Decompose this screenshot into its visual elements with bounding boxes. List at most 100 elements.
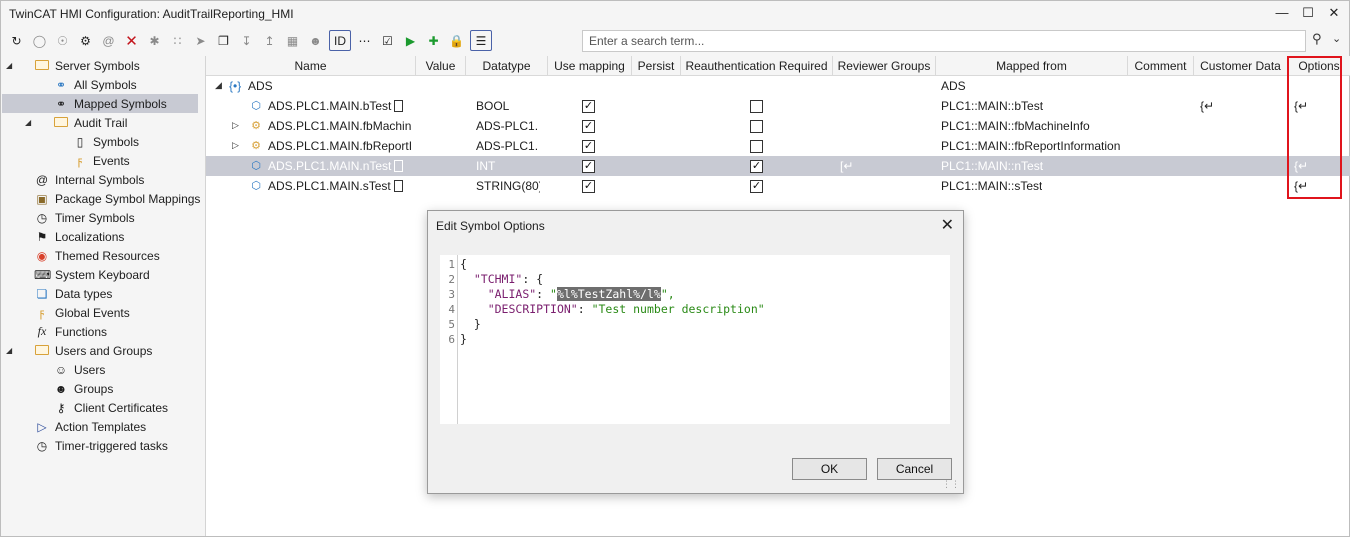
reauth-checkbox[interactable] bbox=[750, 140, 763, 153]
table-row[interactable]: ⬡ ADS.PLC1.MAIN.bTest BOOL ✓ PLC1::MAIN:… bbox=[206, 96, 1350, 116]
add-child-icon[interactable]: ✱ bbox=[143, 30, 166, 52]
search-box[interactable] bbox=[582, 30, 1306, 52]
tree-item-internal-symbols[interactable]: @ Internal Symbols bbox=[2, 170, 198, 189]
reviewer-groups-value[interactable]: [↵ bbox=[840, 156, 853, 176]
selected-alias-value[interactable]: %l%TestZahl%/l% bbox=[556, 287, 661, 301]
close-icon[interactable]: ✕ bbox=[1327, 5, 1341, 21]
resize-grip-icon[interactable]: ⋮⋮ bbox=[942, 479, 960, 490]
table-row[interactable]: ⬡ ADS.PLC1.MAIN.sTest STRING(80) ✓ ✓ PLC… bbox=[206, 176, 1350, 196]
reauth-checkbox[interactable] bbox=[750, 120, 763, 133]
lock-icon[interactable]: 🔒 bbox=[445, 30, 468, 52]
column-header-value[interactable]: Value bbox=[416, 56, 466, 76]
tree-item-server-symbols[interactable]: ◢ Server Symbols bbox=[2, 56, 198, 75]
use-mapping-checkbox[interactable]: ✓ bbox=[582, 180, 595, 193]
tree-item-symbols[interactable]: ▯ Symbols bbox=[2, 132, 198, 151]
use-mapping-checkbox[interactable]: ✓ bbox=[582, 160, 595, 173]
schema-icon[interactable]: ▦ bbox=[281, 30, 304, 52]
internal-symbol-icon[interactable]: @ bbox=[97, 30, 120, 52]
table-row[interactable]: ◢ {•} ADS ADS bbox=[206, 76, 1350, 96]
expanded-arrow-icon[interactable]: ◢ bbox=[6, 61, 16, 70]
column-header-name[interactable]: Name bbox=[206, 56, 416, 76]
tree-item-package-symbol-mappings[interactable]: ▣ Package Symbol Mappings bbox=[2, 189, 200, 208]
tree-item-label: Users bbox=[74, 362, 106, 377]
map-multiple-icon[interactable]: ⚙ bbox=[74, 30, 97, 52]
table-row[interactable]: ▷ ⚙ ADS.PLC1.MAIN.fbMachin ADS-PLC1. ✓ P… bbox=[206, 116, 1350, 136]
reauth-checkbox[interactable] bbox=[750, 100, 763, 113]
export-icon[interactable]: ↥ bbox=[258, 30, 281, 52]
import-icon[interactable]: ↧ bbox=[235, 30, 258, 52]
table-row[interactable]: ⬡ ADS.PLC1.MAIN.nTest INT ✓ ✓ [↵ PLC1::M… bbox=[206, 156, 1350, 176]
chevron-down-icon[interactable]: ⌄ bbox=[1332, 32, 1341, 45]
tree-item-timer-symbols[interactable]: ◷ Timer Symbols bbox=[2, 208, 198, 227]
column-header-reauthentication[interactable]: Reauthentication Required bbox=[681, 56, 833, 76]
expanded-arrow-icon[interactable]: ◢ bbox=[6, 346, 16, 355]
column-header-comment[interactable]: Comment bbox=[1128, 56, 1194, 76]
json-editor[interactable]: 1 2 3 4 5 6 { "TCHMI": { "ALIAS": "%l%Te… bbox=[440, 255, 950, 424]
tree-item-action-templates[interactable]: ▷ Action Templates bbox=[2, 417, 198, 436]
reauth-checkbox[interactable]: ✓ bbox=[750, 180, 763, 193]
add-nested-icon[interactable]: ∷ bbox=[166, 30, 189, 52]
close-icon[interactable]: ✕ bbox=[941, 215, 954, 235]
minimize-icon[interactable]: — bbox=[1275, 5, 1289, 21]
refresh-icon[interactable]: ↻ bbox=[5, 30, 28, 52]
tree-item-users-and-groups[interactable]: ◢ Users and Groups bbox=[2, 341, 198, 360]
tree-item-groups[interactable]: ☻ Groups bbox=[2, 379, 198, 398]
document-icon[interactable] bbox=[394, 160, 403, 172]
tree-item-all-symbols[interactable]: ⚭ All Symbols bbox=[2, 75, 198, 94]
use-mapping-checkbox[interactable]: ✓ bbox=[582, 100, 595, 113]
maximize-icon[interactable]: ☐ bbox=[1301, 5, 1315, 21]
add-plugin-icon[interactable]: ✚ bbox=[422, 30, 445, 52]
column-header-customer-data[interactable]: Customer Data bbox=[1194, 56, 1288, 76]
timer-task-icon: ◷ bbox=[36, 438, 48, 453]
document-icon[interactable] bbox=[394, 100, 403, 112]
play-icon[interactable]: ▶ bbox=[399, 30, 422, 52]
expanded-arrow-icon[interactable]: ◢ bbox=[25, 118, 35, 127]
add-symbol-icon[interactable]: ◯ bbox=[28, 30, 51, 52]
customer-data-value[interactable]: {↵ bbox=[1200, 96, 1214, 116]
symbol-mapped-from: PLC1::MAIN::sTest bbox=[941, 179, 1043, 193]
tree-item-audit-trail[interactable]: ◢ Audit Trail bbox=[2, 113, 198, 132]
tree-item-functions[interactable]: fx Functions bbox=[2, 322, 198, 341]
table-row[interactable]: ▷ ⚙ ADS.PLC1.MAIN.fbReportIr ADS-PLC1. ✓… bbox=[206, 136, 1350, 156]
use-mapping-checkbox[interactable]: ✓ bbox=[582, 120, 595, 133]
id-toggle-icon[interactable]: ID bbox=[329, 30, 351, 51]
copy-icon[interactable]: ❐ bbox=[212, 30, 235, 52]
code-text: : { bbox=[522, 272, 544, 286]
more-icon[interactable]: ⋯ bbox=[353, 30, 376, 52]
link-icon: ⚭ bbox=[55, 96, 67, 111]
tree-item-users[interactable]: ☺ Users bbox=[2, 360, 198, 379]
tree-item-localizations[interactable]: ⚑ Localizations bbox=[2, 227, 198, 246]
folder-icon bbox=[34, 58, 50, 73]
tree-item-mapped-symbols[interactable]: ⚭ Mapped Symbols bbox=[2, 94, 198, 113]
tree-item-themed-resources[interactable]: ◉ Themed Resources bbox=[2, 246, 198, 265]
tree-item-system-keyboard[interactable]: ⌨ System Keyboard bbox=[2, 265, 198, 284]
column-header-persist[interactable]: Persist bbox=[632, 56, 681, 76]
tree-item-timer-triggered-tasks[interactable]: ◷ Timer-triggered tasks bbox=[2, 436, 198, 455]
reauth-checkbox[interactable]: ✓ bbox=[750, 160, 763, 173]
collapsed-arrow-icon[interactable]: ▷ bbox=[232, 140, 239, 151]
cancel-button[interactable]: Cancel bbox=[877, 458, 952, 480]
tree-item-data-types[interactable]: ❏ Data types bbox=[2, 284, 198, 303]
column-header-datatype[interactable]: Datatype bbox=[466, 56, 548, 76]
document-icon[interactable] bbox=[394, 180, 403, 192]
forward-icon[interactable]: ➤ bbox=[189, 30, 212, 52]
search-icon[interactable]: ⚲ bbox=[1312, 31, 1322, 47]
column-header-reviewer-groups[interactable]: Reviewer Groups bbox=[833, 56, 936, 76]
ok-button[interactable]: OK bbox=[792, 458, 867, 480]
column-header-mapped-from[interactable]: Mapped from bbox=[936, 56, 1128, 76]
user-settings-icon[interactable]: ☻ bbox=[304, 30, 327, 52]
map-symbol-icon[interactable]: ☉ bbox=[51, 30, 74, 52]
tree-item-events[interactable]: ϝ Events bbox=[2, 151, 198, 170]
tree-item-client-certificates[interactable]: ⚷ Client Certificates bbox=[2, 398, 198, 417]
document-icon: ▯ bbox=[76, 134, 84, 149]
search-input[interactable] bbox=[583, 31, 1305, 51]
delete-icon[interactable]: ✕ bbox=[120, 30, 143, 52]
collapsed-arrow-icon[interactable]: ▷ bbox=[232, 120, 239, 131]
use-mapping-checkbox[interactable]: ✓ bbox=[582, 140, 595, 153]
tree-item-global-events[interactable]: ϝ Global Events bbox=[2, 303, 198, 322]
checkbox-icon[interactable]: ☑ bbox=[376, 30, 399, 52]
column-header-use-mapping[interactable]: Use mapping bbox=[548, 56, 632, 76]
main-window: TwinCAT HMI Configuration: AuditTrailRep… bbox=[0, 0, 1350, 537]
list-view-icon[interactable]: ☰ bbox=[470, 30, 492, 51]
expanded-arrow-icon[interactable]: ◢ bbox=[215, 80, 222, 91]
